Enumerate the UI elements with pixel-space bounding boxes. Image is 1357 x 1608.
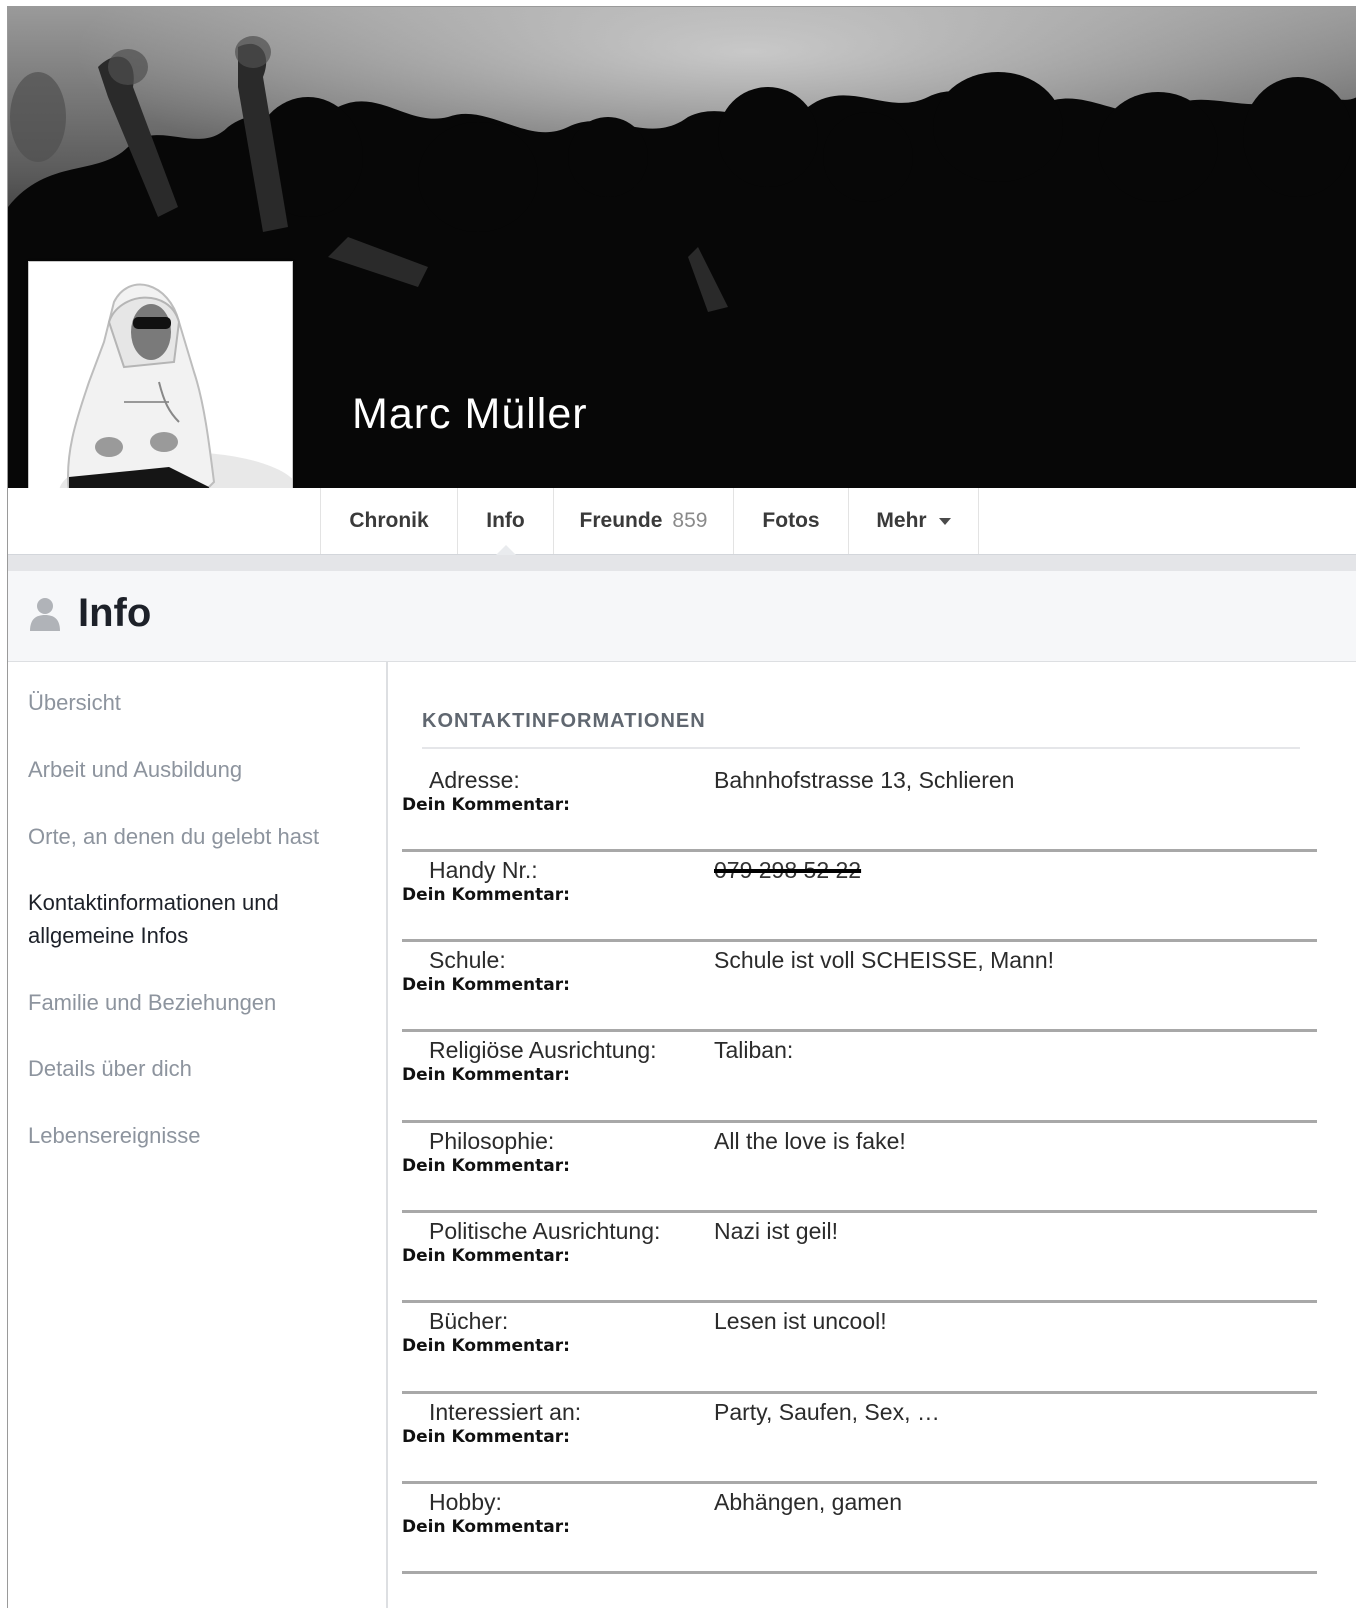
tab-label: Mehr <box>876 509 927 532</box>
tab-label: Fotos <box>762 509 820 532</box>
tab-mehr[interactable]: Mehr <box>848 488 979 554</box>
profile-name[interactable]: Marc Müller <box>352 390 588 439</box>
row-separator <box>402 1391 1317 1394</box>
tab-label: Chronik <box>349 509 429 532</box>
row-label: Bücher: <box>429 1308 509 1334</box>
row-value: Bahnhofstrasse 13, Schlieren <box>714 767 1015 793</box>
row-label: Handy Nr.: <box>429 857 538 883</box>
sidebar-item-orte[interactable]: Orte, an denen du gelebt hast <box>28 820 319 853</box>
comment-label[interactable]: Dein Kommentar: <box>402 1427 570 1447</box>
tab-label: Freunde <box>579 509 663 532</box>
row-separator <box>402 1571 1317 1574</box>
info-row-adresse: Adresse: Dein Kommentar: Bahnhofstrasse … <box>402 767 1317 857</box>
info-row-philosophie: Philosophie: Dein Kommentar: All the lov… <box>402 1120 1317 1218</box>
row-separator <box>402 1210 1317 1213</box>
page-title: Info <box>78 591 152 635</box>
info-row-politik: Politische Ausrichtung: Dein Kommentar: … <box>402 1210 1317 1308</box>
sidebar-item-familie[interactable]: Familie und Beziehungen <box>28 986 276 1019</box>
info-row-schule: Schule: Dein Kommentar: Schule ist voll … <box>402 939 1317 1037</box>
caret-down-icon <box>938 517 951 525</box>
comment-label[interactable]: Dein Kommentar: <box>402 1156 570 1176</box>
row-label: Religiöse Ausrichtung: <box>429 1037 657 1063</box>
row-value: All the love is fake! <box>714 1128 906 1154</box>
info-sidebar: Übersicht Arbeit und Ausbildung Orte, an… <box>8 662 388 1608</box>
contact-info-panel: KONTAKTINFORMATIONEN Adresse: Dein Komme… <box>388 662 1356 1608</box>
row-label: Philosophie: <box>429 1128 555 1154</box>
row-label: Schule: <box>429 947 506 973</box>
divider-strip <box>8 555 1356 571</box>
tab-info[interactable]: Info <box>457 488 553 555</box>
tab-chronik[interactable]: Chronik <box>320 488 457 554</box>
profile-page: Marc Müller Chronik Info Freunde 859 Fot… <box>7 6 1356 1608</box>
info-row-end <box>402 1571 1317 1589</box>
person-icon <box>30 598 60 631</box>
row-separator <box>402 1120 1317 1123</box>
comment-label[interactable]: Dein Kommentar: <box>402 1517 570 1537</box>
row-value: Schule ist voll SCHEISSE, Mann! <box>714 947 1055 973</box>
sidebar-item-arbeit[interactable]: Arbeit und Ausbildung <box>28 753 242 786</box>
sidebar-item-lebensereignisse[interactable]: Lebensereignisse <box>28 1119 200 1152</box>
row-label: Politische Ausrichtung: <box>429 1218 661 1244</box>
tab-freunde[interactable]: Freunde 859 <box>553 488 733 554</box>
row-value: Lesen ist uncool! <box>714 1308 887 1334</box>
comment-label[interactable]: Dein Kommentar: <box>402 795 570 815</box>
row-value: Nazi ist geil! <box>714 1218 838 1244</box>
section-title: KONTAKTINFORMATIONEN <box>422 710 706 732</box>
row-separator <box>402 1300 1317 1303</box>
friends-count: 859 <box>672 509 708 532</box>
active-tab-indicator <box>495 545 516 555</box>
row-label: Interessiert an: <box>429 1399 582 1425</box>
row-label: Adresse: <box>429 767 520 793</box>
info-row-religion: Religiöse Ausrichtung: Dein Kommentar: T… <box>402 1029 1317 1127</box>
profile-photo-image <box>29 262 292 526</box>
comment-label[interactable]: Dein Kommentar: <box>402 1246 570 1266</box>
row-value: Taliban: <box>714 1037 794 1063</box>
row-label: Hobby: <box>429 1489 502 1515</box>
row-separator <box>402 1029 1317 1032</box>
sidebar-item-uebersicht[interactable]: Übersicht <box>28 686 121 719</box>
tab-fotos[interactable]: Fotos <box>733 488 848 554</box>
section-divider <box>422 747 1300 749</box>
row-value: Party, Saufen, Sex, … <box>714 1399 940 1425</box>
comment-label[interactable]: Dein Kommentar: <box>402 975 570 995</box>
tab-label: Info <box>486 509 525 532</box>
sidebar-item-details[interactable]: Details über dich <box>28 1052 192 1085</box>
comment-label[interactable]: Dein Kommentar: <box>402 1336 570 1356</box>
row-separator <box>402 939 1317 942</box>
info-row-interessiert: Interessiert an: Dein Kommentar: Party, … <box>402 1391 1317 1489</box>
row-separator <box>402 1481 1317 1484</box>
row-value: Abhängen, gamen <box>714 1489 902 1515</box>
info-row-handy: Handy Nr.: Dein Kommentar: 079 298 52 22 <box>402 849 1317 947</box>
info-row-hobby: Hobby: Dein Kommentar: Abhängen, gamen <box>402 1481 1317 1579</box>
info-section-header: Info <box>8 571 1356 662</box>
row-value-redacted: 079 298 52 22 <box>714 857 862 883</box>
comment-label[interactable]: Dein Kommentar: <box>402 1065 570 1085</box>
row-separator <box>402 849 1317 852</box>
profile-navbar: Chronik Info Freunde 859 Fotos Mehr <box>8 488 1356 555</box>
comment-label[interactable]: Dein Kommentar: <box>402 885 570 905</box>
info-row-buecher: Bücher: Dein Kommentar: Lesen ist uncool… <box>402 1300 1317 1398</box>
sidebar-item-kontaktinformationen[interactable]: Kontaktinformationen und allgemeine Info… <box>28 886 328 952</box>
